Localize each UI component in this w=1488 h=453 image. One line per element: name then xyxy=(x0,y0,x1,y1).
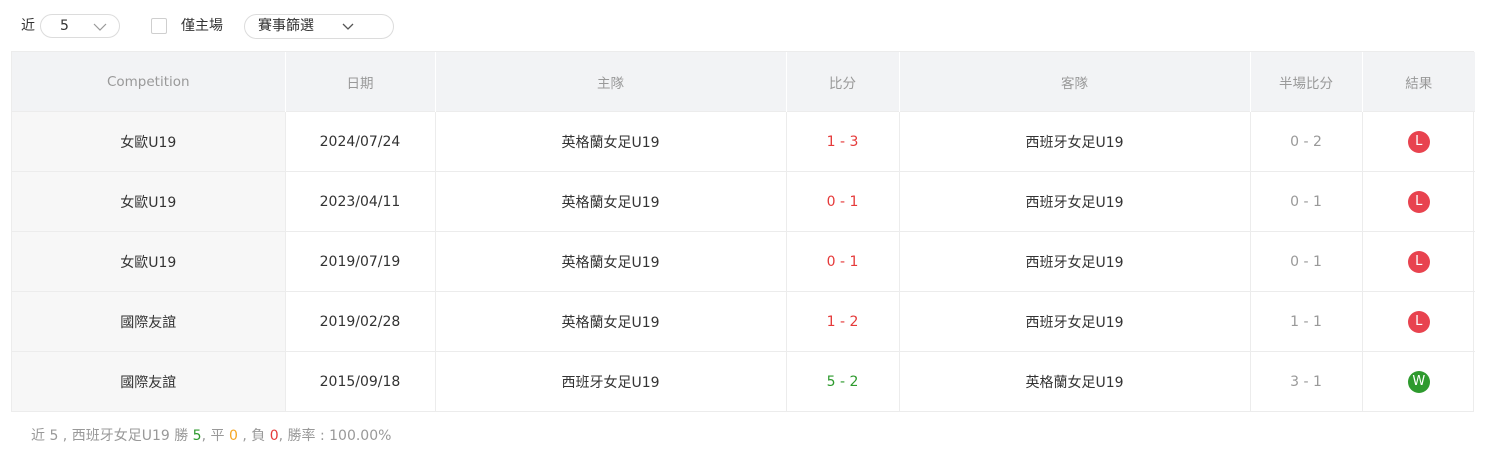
score-cell: 0 - 1 xyxy=(786,171,900,232)
home-only-checkbox[interactable] xyxy=(151,18,167,34)
score-cell: 0 - 1 xyxy=(786,231,900,292)
competition-cell[interactable]: 女歐U19 xyxy=(12,231,286,292)
column-header-result: 結果 xyxy=(1362,52,1475,112)
summary-wins: 5 xyxy=(192,428,202,444)
result-badge: W xyxy=(1407,370,1430,393)
date-cell: 2023/04/11 xyxy=(285,171,436,232)
home-team-cell[interactable]: 西班牙女足U19 xyxy=(435,351,787,411)
competition-cell[interactable]: 國際友誼 xyxy=(12,351,286,411)
result-cell: L xyxy=(1362,291,1475,352)
recent-label: 近 xyxy=(21,18,35,34)
home-team-cell[interactable]: 英格蘭女足U19 xyxy=(435,231,787,292)
half-time-score-cell: 0 - 1 xyxy=(1250,171,1363,232)
chevron-down-icon xyxy=(93,23,107,31)
away-team-cell[interactable]: 西班牙女足U19 xyxy=(899,171,1251,232)
away-team-cell[interactable]: 西班牙女足U19 xyxy=(899,111,1251,172)
recent-count-select[interactable]: 5 xyxy=(40,14,120,38)
away-team-cell[interactable]: 西班牙女足U19 xyxy=(899,231,1251,292)
result-badge: L xyxy=(1407,250,1430,273)
table-row: 國際友誼 2015/09/18 西班牙女足U19 5 - 2 英格蘭女足U19 … xyxy=(12,351,1475,411)
result-cell: L xyxy=(1362,171,1475,232)
summary-losses: 0 xyxy=(269,428,279,444)
home-team-cell[interactable]: 英格蘭女足U19 xyxy=(435,111,787,172)
summary-draws: 0 xyxy=(228,428,238,444)
result-badge: L xyxy=(1407,310,1430,333)
score-cell: 5 - 2 xyxy=(786,351,900,411)
competition-cell[interactable]: 國際友誼 xyxy=(12,291,286,352)
score-cell: 1 - 2 xyxy=(786,291,900,352)
record-summary: 近 5 , 西班牙女足U19 勝 5, 平 0 , 負 0, 勝率 : 100.… xyxy=(31,428,391,444)
competition-cell[interactable]: 女歐U19 xyxy=(12,171,286,232)
summary-draw-text: , 平 xyxy=(201,428,229,444)
result-badge: L xyxy=(1407,130,1430,153)
head-to-head-table: Competition 日期 主隊 比分 客隊 半場比分 結果 女歐U19 20… xyxy=(11,51,1475,412)
score-cell: 1 - 3 xyxy=(786,111,900,172)
table-row: 女歐U19 2019/07/19 英格蘭女足U19 0 - 1 西班牙女足U19… xyxy=(12,231,1475,292)
table-row: 國際友誼 2019/02/28 英格蘭女足U19 1 - 2 西班牙女足U19 … xyxy=(12,291,1475,352)
half-time-score-cell: 0 - 2 xyxy=(1250,111,1363,172)
half-time-score-cell: 0 - 1 xyxy=(1250,231,1363,292)
column-header-half-time: 半場比分 xyxy=(1250,52,1363,112)
filter-toolbar: 近 5 僅主場 賽事篩選 xyxy=(0,0,1488,52)
date-cell: 2019/07/19 xyxy=(285,231,436,292)
chevron-down-icon xyxy=(342,23,354,30)
competition-cell[interactable]: 女歐U19 xyxy=(12,111,286,172)
column-header-score: 比分 xyxy=(786,52,900,112)
column-header-competition: Competition xyxy=(12,52,286,112)
recent-count-value: 5 xyxy=(60,18,69,34)
result-badge: L xyxy=(1407,190,1430,213)
home-team-cell[interactable]: 英格蘭女足U19 xyxy=(435,171,787,232)
half-time-score-cell: 3 - 1 xyxy=(1250,351,1363,411)
result-cell: L xyxy=(1362,111,1475,172)
summary-loss-text: , 負 xyxy=(237,428,270,444)
result-cell: W xyxy=(1362,351,1475,411)
date-cell: 2015/09/18 xyxy=(285,351,436,411)
column-header-date: 日期 xyxy=(285,52,436,112)
competition-filter-select[interactable]: 賽事篩選 xyxy=(244,14,394,39)
half-time-score-cell: 1 - 1 xyxy=(1250,291,1363,352)
result-cell: L xyxy=(1362,231,1475,292)
column-header-home-team: 主隊 xyxy=(435,52,787,112)
away-team-cell[interactable]: 英格蘭女足U19 xyxy=(899,351,1251,411)
summary-prefix: 近 5 , 西班牙女足U19 勝 xyxy=(31,428,193,444)
table-row: 女歐U19 2023/04/11 英格蘭女足U19 0 - 1 西班牙女足U19… xyxy=(12,171,1475,232)
home-team-cell[interactable]: 英格蘭女足U19 xyxy=(435,291,787,352)
date-cell: 2019/02/28 xyxy=(285,291,436,352)
competition-filter-label: 賽事篩選 xyxy=(258,18,314,34)
column-header-away-team: 客隊 xyxy=(899,52,1251,112)
table-row: 女歐U19 2024/07/24 英格蘭女足U19 1 - 3 西班牙女足U19… xyxy=(12,111,1475,172)
date-cell: 2024/07/24 xyxy=(285,111,436,172)
summary-win-rate: , 勝率 : 100.00% xyxy=(278,428,392,444)
away-team-cell[interactable]: 西班牙女足U19 xyxy=(899,291,1251,352)
table-header-row: Competition 日期 主隊 比分 客隊 半場比分 結果 xyxy=(12,52,1475,112)
home-only-label[interactable]: 僅主場 xyxy=(181,17,223,35)
